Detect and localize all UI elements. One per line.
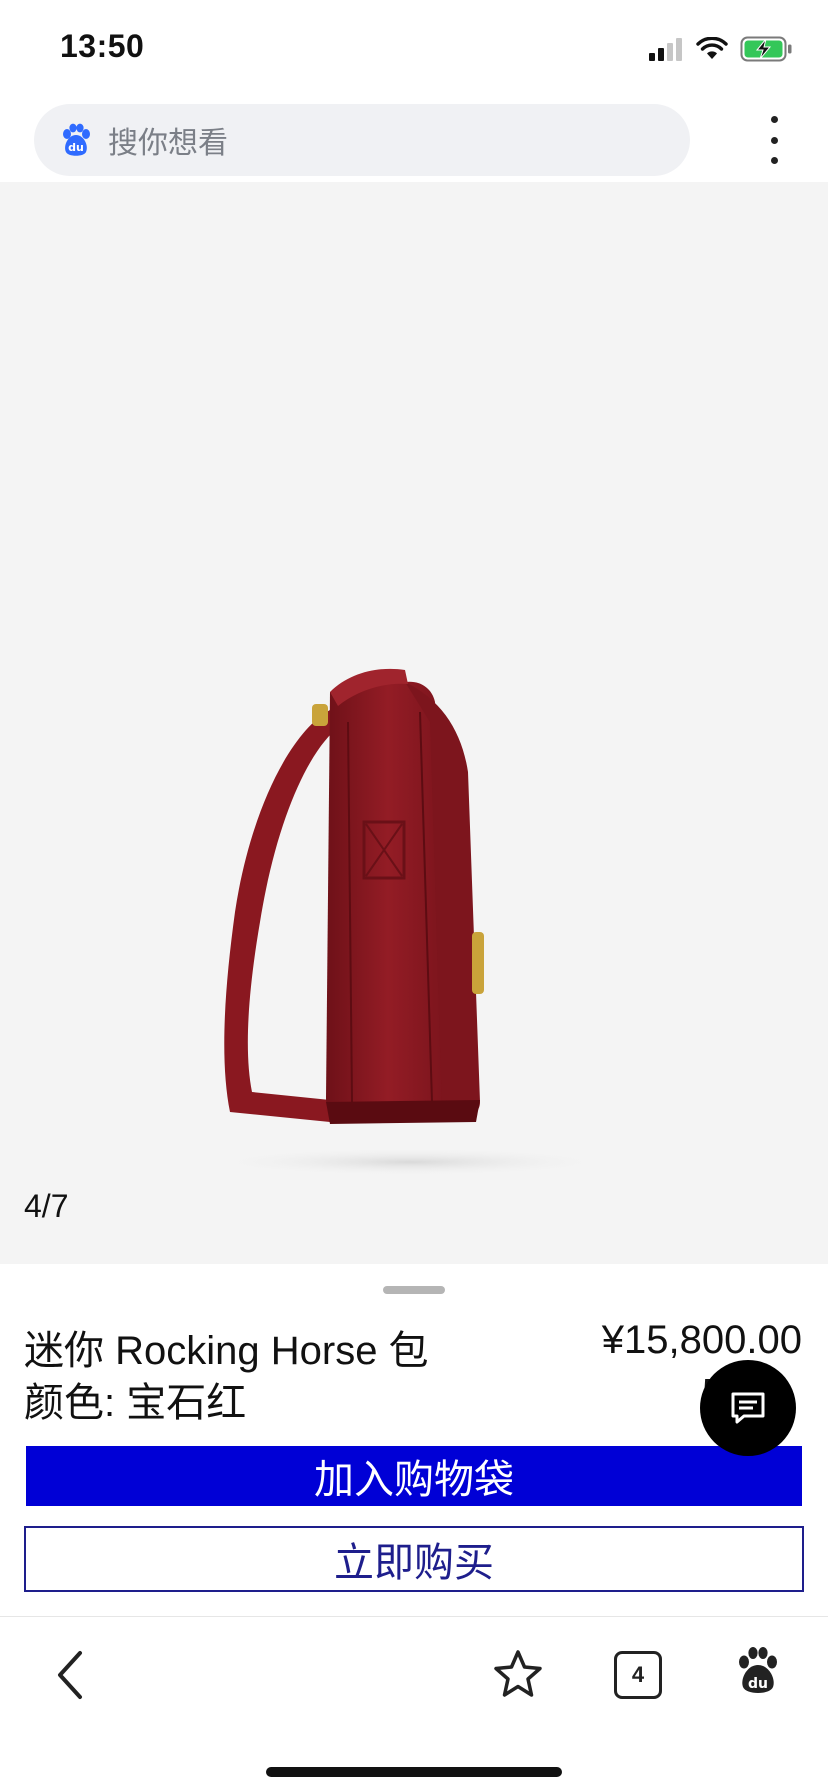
more-dot-icon (770, 157, 778, 164)
home-indicator (266, 1767, 562, 1777)
buy-now-button[interactable]: 立即购买 (24, 1526, 804, 1592)
search-placeholder: 搜你想看 (108, 127, 228, 160)
status-bar: 13:50 (0, 0, 828, 96)
product-info-sheet: 迷你 Rocking Horse 包 颜色: 宝石红 ¥15,800.00 5 … (0, 1264, 828, 1616)
more-dot-icon (770, 116, 778, 123)
back-icon[interactable] (50, 1647, 90, 1703)
chat-message-icon (731, 1392, 765, 1424)
add-to-bag-button[interactable]: 加入购物袋 (26, 1446, 802, 1506)
baidu-paw-icon: du (63, 123, 90, 156)
star-icon[interactable] (490, 1647, 546, 1703)
product-name: 迷你 Rocking Horse 包 (24, 1329, 429, 1373)
product-gallery[interactable]: 4/7 (0, 182, 828, 1264)
svg-text:du: du (748, 1676, 768, 1692)
product-image-bag (210, 668, 610, 1176)
svg-text:du: du (68, 141, 84, 154)
more-dot-icon (770, 136, 778, 144)
sheet-drag-handle[interactable] (383, 1286, 445, 1294)
product-color: 颜色: 宝石红 (24, 1381, 247, 1425)
tab-count: 4 (631, 1662, 645, 1687)
browser-toolbar: 4 du (0, 1616, 828, 1792)
more-menu-button[interactable] (756, 116, 792, 164)
search-bar[interactable]: du 搜你想看 (34, 104, 690, 176)
image-counter: 4/7 (24, 1188, 69, 1224)
chat-button[interactable] (700, 1360, 796, 1456)
battery-charging-icon (740, 36, 792, 62)
status-time: 13:50 (60, 28, 145, 64)
status-icons (648, 34, 794, 64)
baidu-home-icon[interactable]: du (734, 1645, 782, 1697)
wifi-icon (696, 37, 728, 59)
product-page: 13:50 du 搜你想看 4/7 迷你 Rocking Horse 包 颜色:… (0, 0, 828, 1792)
product-price: ¥15,800.00 (601, 1318, 802, 1362)
signal-icon (649, 38, 682, 61)
tabs-icon[interactable]: 4 (614, 1651, 662, 1699)
